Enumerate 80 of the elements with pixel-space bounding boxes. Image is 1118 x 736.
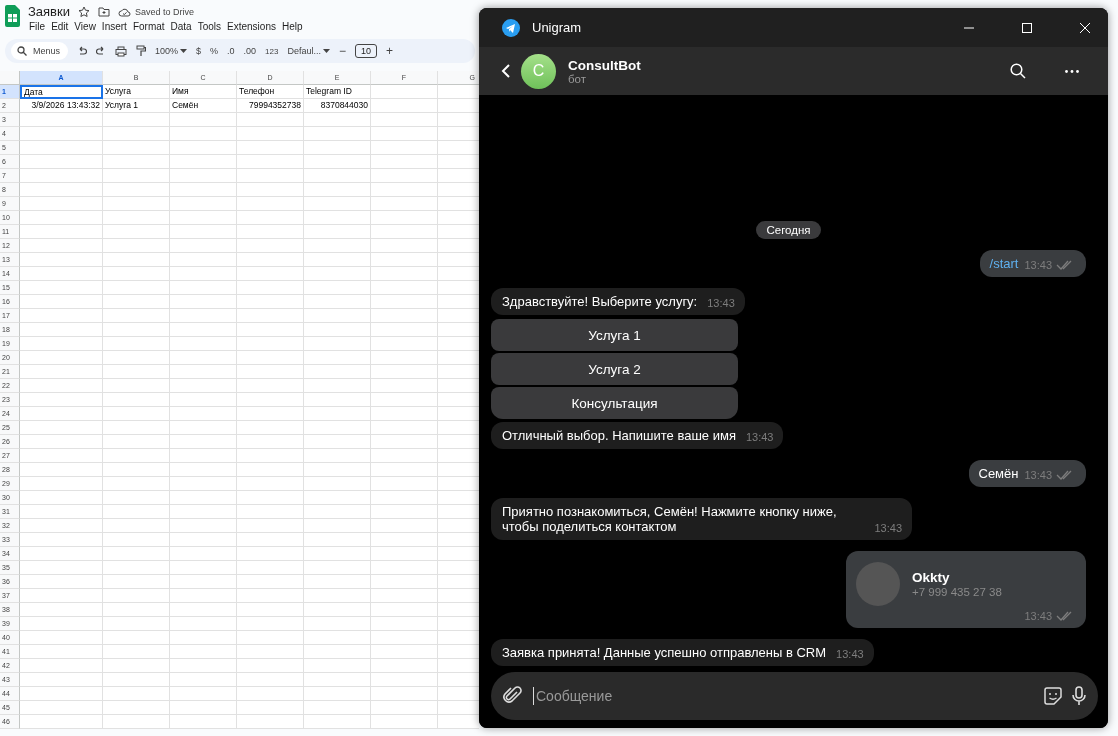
sheets-logo-icon[interactable] (5, 5, 20, 27)
contact-name[interactable]: Okkty (912, 570, 1002, 585)
message-time: 13:43 (1024, 469, 1052, 481)
caret-icon (180, 49, 188, 53)
table-cell[interactable]: Услуга (103, 85, 170, 99)
chat-name[interactable]: ConsultBot (568, 57, 986, 73)
message-time: 13:43 (874, 522, 902, 534)
document-title[interactable]: Заявки (28, 4, 70, 19)
window-title: Unigram (532, 20, 583, 35)
caret-icon (323, 49, 330, 53)
message-composer[interactable]: Сообщение (491, 672, 1098, 720)
table-cell[interactable]: Telegram ID (304, 85, 371, 99)
reply-button[interactable]: Услуга 2 (491, 353, 738, 385)
maximize-icon (1022, 22, 1032, 33)
message-text: Здравствуйте! Выберите услугу: (502, 294, 698, 309)
cloud-icon (118, 6, 131, 17)
message-text: Отличный выбор. Напишите ваше имя (502, 428, 736, 443)
save-status: Saved to Drive (135, 6, 194, 17)
paper-plane-logo-icon (502, 18, 520, 37)
close-icon (1080, 22, 1090, 33)
table-cell[interactable]: 3/9/2026 13:43:32 (20, 99, 103, 113)
increase-font-size-button[interactable]: + (386, 44, 394, 58)
table-cell[interactable]: 8370844030 (304, 99, 371, 113)
decrease-decimals-button[interactable]: .0 (227, 46, 235, 56)
percent-format-button[interactable]: % (210, 46, 219, 56)
currency-format-button[interactable]: $ (196, 46, 202, 56)
double-check-icon (1056, 611, 1074, 621)
menu-item[interactable]: View (73, 19, 101, 32)
date-pill: Сегодня (756, 221, 821, 239)
menu-item[interactable]: Data (169, 19, 197, 32)
menu-item[interactable]: Tools (196, 19, 227, 32)
menu-item[interactable]: Format (131, 19, 170, 32)
table-cell[interactable]: Услуга 1 (103, 99, 170, 113)
message-time: 13:43 (707, 297, 735, 309)
font-size-field[interactable]: 10 (355, 44, 378, 58)
redo-icon[interactable] (96, 46, 106, 56)
star-icon[interactable] (78, 5, 90, 18)
message-time: 13:43 (745, 431, 774, 443)
more-icon (1065, 69, 1079, 73)
increase-decimals-button[interactable]: .00 (243, 46, 257, 56)
reply-button[interactable]: Консультация (491, 387, 738, 419)
search-icon (17, 46, 27, 56)
table-cell[interactable]: Имя (170, 85, 237, 99)
paint-roller-icon[interactable] (136, 45, 146, 57)
reply-button[interactable]: Услуга 1 (491, 319, 738, 351)
microphone-icon[interactable] (1072, 686, 1086, 706)
double-check-icon (1056, 470, 1074, 480)
print-icon[interactable] (115, 45, 127, 57)
back-icon[interactable] (501, 64, 511, 78)
message-text: Семён (978, 466, 1019, 481)
table-cell[interactable]: Дата (20, 85, 103, 99)
message-text: Приятно познакомиться, Семён! Нажмите кнопку ниже, чтобы поделиться контактом (502, 504, 838, 534)
menu-item[interactable]: Insert (100, 19, 132, 32)
table-cell[interactable]: Телефон (237, 85, 304, 99)
number-format-button[interactable]: 123 (265, 46, 279, 56)
chat-status: бот (568, 72, 587, 85)
double-check-icon (1056, 260, 1074, 270)
table-cell[interactable]: 79994352738 (237, 99, 304, 113)
search-icon (1010, 63, 1026, 79)
minimize-icon (964, 26, 974, 29)
sticker-icon[interactable] (1044, 687, 1062, 705)
folder-icon[interactable] (98, 6, 110, 17)
menu-item[interactable]: Edit (50, 19, 74, 32)
menu-item[interactable]: File (28, 19, 51, 32)
command-link[interactable]: /start (989, 256, 1019, 271)
message-time: 13:43 (836, 648, 864, 660)
menu-search-field[interactable]: Menus (11, 42, 68, 60)
menu-item[interactable]: Help (280, 19, 308, 32)
message-text: Заявка принята! Данные успешно отправлены в CRM (502, 645, 827, 660)
decrease-font-size-button[interactable]: − (339, 44, 346, 58)
contact-phone: +7 999 435 27 38 (912, 586, 1002, 598)
paperclip-icon[interactable] (503, 686, 523, 706)
avatar-placeholder (856, 562, 900, 606)
zoom-dropdown[interactable]: 100% (155, 46, 188, 56)
font-dropdown[interactable]: Defaul... (287, 46, 330, 56)
undo-icon[interactable] (77, 46, 87, 56)
message-time: 13:43 (1024, 259, 1052, 271)
message-time: 13:43 (1024, 610, 1052, 622)
table-cell[interactable]: Семён (170, 99, 237, 113)
menu-item[interactable]: Extensions (226, 19, 281, 32)
